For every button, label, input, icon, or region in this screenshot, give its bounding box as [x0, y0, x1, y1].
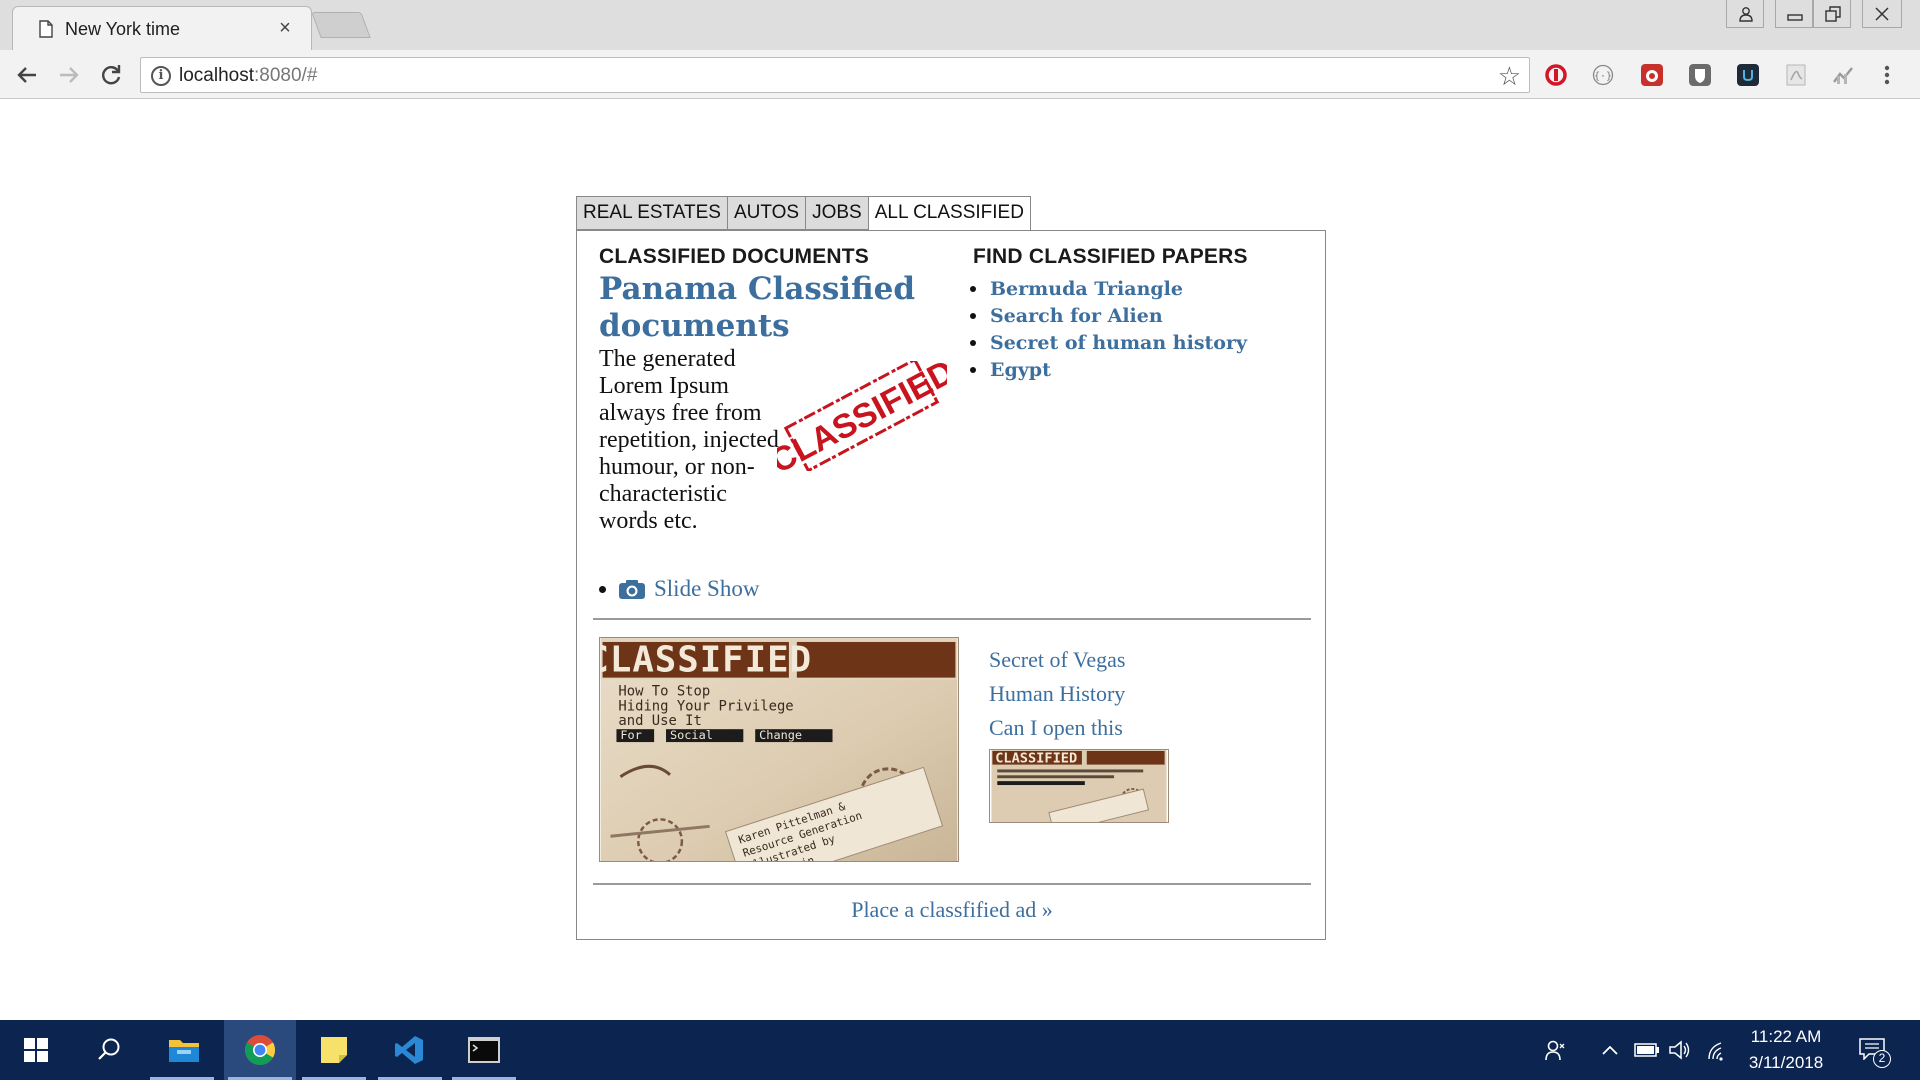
sticky-notes-button[interactable] [298, 1020, 370, 1080]
page-content: REAL ESTATES AUTOS JOBS ALL CLASSIFIED C… [0, 100, 1920, 1020]
svg-text:Change: Change [759, 728, 802, 742]
search-icon [98, 1038, 120, 1060]
restore-icon [1825, 6, 1841, 22]
notification-count-badge: 2 [1873, 1050, 1891, 1068]
divider [593, 618, 1311, 620]
link-search-for-alien[interactable]: Search for Alien [990, 305, 1163, 327]
profile-button[interactable] [1726, 0, 1764, 28]
chart-icon[interactable] [1832, 64, 1854, 86]
tab-real-estates[interactable]: REAL ESTATES [576, 196, 727, 230]
people-icon[interactable] [1544, 1038, 1568, 1062]
link-can-i-open-this[interactable]: Can I open this [989, 711, 1125, 745]
browser-tab[interactable]: New York time × [12, 6, 312, 50]
book-cover-image[interactable]: CLASSIFIED How To Stop Hiding Your Privi… [599, 637, 959, 862]
slideshow-item: Slide Show [599, 576, 759, 602]
clock-date[interactable]: 3/11/2018 [1738, 1053, 1834, 1073]
address-bar[interactable]: i localhost:8080/# ☆ [140, 57, 1530, 93]
classified-documents-heading: CLASSIFIED DOCUMENTS [599, 245, 870, 268]
minimize-icon [1787, 14, 1803, 21]
classified-panel: CLASSIFIED DOCUMENTS Panama Classified d… [576, 230, 1326, 940]
wifi-icon[interactable] [1707, 1039, 1731, 1061]
list-item: Egypt [967, 356, 1247, 383]
link-bermuda-triangle[interactable]: Bermuda Triangle [990, 278, 1183, 300]
list-item: Bermuda Triangle [967, 275, 1247, 302]
tab-all-classified[interactable]: ALL CLASSIFIED [867, 196, 1031, 231]
side-links: Secret of Vegas Human History Can I open… [989, 643, 1125, 745]
divider [593, 883, 1311, 885]
sticky-note-icon [321, 1037, 347, 1063]
tab-close-button[interactable]: × [273, 16, 297, 40]
opera-icon[interactable] [1545, 64, 1567, 86]
link-human-history[interactable]: Human History [989, 677, 1125, 711]
info-icon[interactable]: i [151, 66, 171, 86]
book-thumbnail-image[interactable]: CLASSIFIED [989, 749, 1169, 823]
close-window-button[interactable] [1862, 0, 1902, 28]
battery-icon[interactable] [1634, 1043, 1660, 1057]
volume-icon[interactable] [1668, 1039, 1692, 1061]
action-center-button[interactable]: 2 [1859, 1036, 1891, 1068]
menu-dots-icon[interactable] [1882, 64, 1892, 86]
back-arrow-icon[interactable] [12, 60, 42, 90]
chevron-up-icon[interactable] [1601, 1044, 1619, 1056]
link-secret-of-human-history[interactable]: Secret of human history [990, 332, 1247, 354]
tab-jobs[interactable]: JOBS [805, 196, 868, 230]
svg-text:Hiding Your Privilege: Hiding Your Privilege [618, 698, 793, 714]
svg-text:Social: Social [670, 728, 713, 742]
windows-taskbar: 11:22 AM 3/11/2018 2 [0, 1020, 1920, 1080]
list-item: Secret of human history [967, 329, 1247, 356]
ladybug-icon[interactable] [1641, 64, 1663, 86]
classified-stamp-image: CLASSIFIED [777, 361, 947, 471]
start-button[interactable] [0, 1020, 72, 1080]
feature-body: The generated Lorem Ipsum always free fr… [599, 346, 779, 534]
find-papers-heading: FIND CLASSIFIED PAPERS [973, 245, 1248, 268]
browser-toolbar: i localhost:8080/# ☆ {·} [0, 50, 1920, 99]
chrome-icon [244, 1035, 276, 1066]
list-item: Search for Alien [967, 302, 1247, 329]
find-papers-list: Bermuda Triangle Search for Alien Secret… [967, 275, 1247, 383]
vscode-button[interactable] [374, 1020, 446, 1080]
svg-text:For: For [620, 728, 641, 742]
code-braces-icon[interactable]: {·} [1592, 64, 1614, 86]
svg-text:and Use It: and Use It [618, 713, 701, 729]
person-icon [1739, 7, 1753, 22]
folder-icon [169, 1040, 199, 1062]
bookmark-star-icon[interactable]: ☆ [1498, 61, 1521, 92]
svg-text:{·}: {·} [1594, 71, 1612, 82]
minimize-button[interactable] [1775, 0, 1813, 28]
svg-text:CLASSIFIED: CLASSIFIED [995, 751, 1077, 767]
reload-icon[interactable] [96, 60, 126, 90]
chrome-button[interactable] [224, 1020, 296, 1080]
search-button[interactable] [72, 1020, 144, 1080]
bullet [599, 585, 606, 593]
terminal-icon [468, 1037, 500, 1063]
file-explorer-button[interactable] [146, 1020, 218, 1080]
place-ad-link[interactable]: Place a classfified ad » [577, 897, 1327, 923]
link-secret-of-vegas[interactable]: Secret of Vegas [989, 643, 1125, 677]
browser-tabstrip: New York time × [0, 0, 1920, 50]
section-tabs: REAL ESTATES AUTOS JOBS ALL CLASSIFIED [576, 196, 1031, 231]
tab-autos[interactable]: AUTOS [726, 196, 806, 230]
pdf-icon[interactable] [1785, 64, 1807, 86]
document-icon [39, 20, 53, 38]
restore-button[interactable] [1813, 0, 1851, 28]
windows-logo-icon [24, 1038, 48, 1062]
vscode-icon [395, 1036, 423, 1064]
feature-title-link[interactable]: Panama Classified documents [599, 271, 939, 345]
forward-arrow-icon[interactable] [54, 60, 84, 90]
url-text: localhost:8080/# [179, 65, 318, 86]
shield-icon[interactable] [1689, 64, 1711, 86]
new-tab-button[interactable] [311, 12, 371, 38]
terminal-button[interactable] [448, 1020, 520, 1080]
camera-icon [619, 580, 645, 599]
svg-text:CLASSIFIED: CLASSIFIED [599, 640, 812, 681]
slideshow-link[interactable]: Slide Show [654, 576, 759, 602]
u-icon[interactable] [1737, 64, 1759, 86]
close-icon [1875, 7, 1889, 21]
clock-time[interactable]: 11:22 AM [1738, 1027, 1834, 1047]
tab-title: New York time [65, 19, 181, 39]
svg-text:CLASSIFIED: CLASSIFIED [777, 361, 947, 471]
link-egypt[interactable]: Egypt [990, 359, 1051, 381]
svg-text:How To Stop: How To Stop [618, 683, 710, 699]
